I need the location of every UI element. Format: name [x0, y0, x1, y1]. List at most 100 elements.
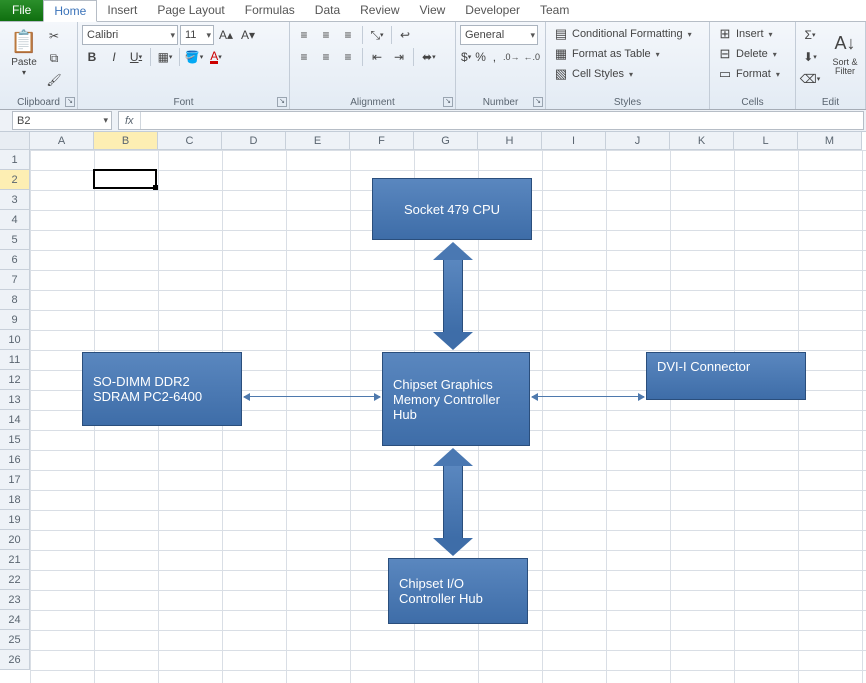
decrease-font-button[interactable]: A▾ — [238, 25, 258, 45]
col-header[interactable]: G — [414, 132, 478, 150]
row-header[interactable]: 22 — [0, 570, 30, 590]
bold-button[interactable]: B — [82, 47, 102, 67]
autosum-button[interactable]: Σ▾ — [800, 25, 820, 45]
align-center-button[interactable]: ≡ — [316, 47, 336, 67]
font-name-combo[interactable]: Calibri — [82, 25, 178, 45]
row-header[interactable]: 23 — [0, 590, 30, 610]
fill-button[interactable]: ⬇▾ — [800, 47, 820, 67]
align-middle-button[interactable]: ≡ — [316, 25, 336, 45]
col-header[interactable]: K — [670, 132, 734, 150]
align-left-button[interactable]: ≡ — [294, 47, 314, 67]
tab-formulas[interactable]: Formulas — [235, 0, 305, 21]
row-header[interactable]: 10 — [0, 330, 30, 350]
number-format-combo[interactable]: General — [460, 25, 538, 45]
row-header[interactable]: 9 — [0, 310, 30, 330]
number-dialog-launcher[interactable]: ↘ — [533, 97, 543, 107]
row-header[interactable]: 2 — [0, 170, 30, 190]
format-cells-button[interactable]: ▭Format — [714, 64, 791, 84]
col-header[interactable]: H — [478, 132, 542, 150]
delete-cells-button[interactable]: ⊟Delete — [714, 44, 791, 64]
col-header[interactable]: C — [158, 132, 222, 150]
row-header[interactable]: 16 — [0, 450, 30, 470]
select-all-corner[interactable] — [0, 132, 30, 150]
tab-insert[interactable]: Insert — [97, 0, 147, 21]
sort-filter-button[interactable]: A↓ Sort & Filter — [827, 24, 863, 80]
merge-center-button[interactable]: ⬌▾ — [418, 47, 440, 67]
decrease-indent-button[interactable]: ⇤ — [367, 47, 387, 67]
active-cell[interactable] — [93, 169, 157, 189]
shape-gmch[interactable]: Chipset Graphics Memory Controller Hub — [382, 352, 530, 446]
col-header[interactable]: I — [542, 132, 606, 150]
tab-view[interactable]: View — [410, 0, 456, 21]
row-header[interactable]: 13 — [0, 390, 30, 410]
align-bottom-button[interactable]: ≡ — [338, 25, 358, 45]
align-top-button[interactable]: ≡ — [294, 25, 314, 45]
cell-area[interactable]: Socket 479 CPU SO-DIMM DDR2 SDRAM PC2-64… — [30, 150, 866, 683]
row-header[interactable]: 12 — [0, 370, 30, 390]
row-header[interactable]: 5 — [0, 230, 30, 250]
col-header[interactable]: F — [350, 132, 414, 150]
tab-developer[interactable]: Developer — [455, 0, 530, 21]
cell-styles-button[interactable]: ▧Cell Styles — [550, 64, 705, 84]
arrow-cpu-gmch[interactable] — [433, 242, 473, 350]
row-header[interactable]: 6 — [0, 250, 30, 270]
col-header[interactable]: B — [94, 132, 158, 150]
row-header[interactable]: 21 — [0, 550, 30, 570]
font-size-combo[interactable]: 11 — [180, 25, 214, 45]
wrap-text-button[interactable]: ↩ — [396, 25, 414, 45]
row-header[interactable]: 1 — [0, 150, 30, 170]
row-header[interactable]: 18 — [0, 490, 30, 510]
format-painter-button[interactable]: 🖌 — [44, 70, 64, 90]
conditional-formatting-button[interactable]: ▤Conditional Formatting — [550, 24, 705, 44]
row-header[interactable]: 4 — [0, 210, 30, 230]
clipboard-dialog-launcher[interactable]: ↘ — [65, 97, 75, 107]
row-header[interactable]: 26 — [0, 650, 30, 670]
shape-cpu[interactable]: Socket 479 CPU — [372, 178, 532, 240]
increase-font-button[interactable]: A▴ — [216, 25, 236, 45]
increase-indent-button[interactable]: ⇥ — [389, 47, 409, 67]
italic-button[interactable]: I — [104, 47, 124, 67]
decrease-decimal-button[interactable]: ←.0 — [522, 47, 541, 67]
formula-input[interactable] — [141, 112, 863, 129]
row-header[interactable]: 7 — [0, 270, 30, 290]
align-right-button[interactable]: ≡ — [338, 47, 358, 67]
tab-data[interactable]: Data — [305, 0, 350, 21]
connector-sodimm-gmch[interactable] — [244, 396, 380, 397]
row-header[interactable]: 19 — [0, 510, 30, 530]
row-header[interactable]: 17 — [0, 470, 30, 490]
tab-review[interactable]: Review — [350, 0, 409, 21]
col-header[interactable]: E — [286, 132, 350, 150]
row-header[interactable]: 24 — [0, 610, 30, 630]
border-button[interactable]: ▦▾ — [155, 47, 175, 67]
clear-button[interactable]: ⌫▾ — [800, 69, 820, 89]
increase-decimal-button[interactable]: .0→ — [502, 47, 521, 67]
paste-button[interactable]: 📋 Paste ▾ — [4, 24, 44, 80]
connector-gmch-dvi[interactable] — [532, 396, 644, 397]
row-header[interactable]: 14 — [0, 410, 30, 430]
comma-button[interactable]: , — [489, 47, 500, 67]
col-header[interactable]: M — [798, 132, 862, 150]
fx-icon[interactable]: fx — [119, 112, 141, 129]
orientation-button[interactable]: ⤡▾ — [367, 25, 387, 45]
copy-button[interactable]: ⧉ — [44, 48, 64, 68]
row-header[interactable]: 8 — [0, 290, 30, 310]
row-header[interactable]: 25 — [0, 630, 30, 650]
fill-color-button[interactable]: 🪣▾ — [184, 47, 204, 67]
shape-sodimm[interactable]: SO-DIMM DDR2 SDRAM PC2-6400 — [82, 352, 242, 426]
row-header[interactable]: 3 — [0, 190, 30, 210]
row-header[interactable]: 11 — [0, 350, 30, 370]
col-header[interactable]: D — [222, 132, 286, 150]
col-header[interactable]: J — [606, 132, 670, 150]
percent-button[interactable]: % — [474, 47, 487, 67]
fill-handle[interactable] — [153, 185, 158, 190]
row-header[interactable]: 15 — [0, 430, 30, 450]
insert-cells-button[interactable]: ⊞Insert — [714, 24, 791, 44]
tab-page-layout[interactable]: Page Layout — [147, 0, 234, 21]
tab-team[interactable]: Team — [530, 0, 579, 21]
arrow-gmch-ich[interactable] — [433, 448, 473, 556]
cut-button[interactable]: ✂ — [44, 26, 64, 46]
tab-home[interactable]: Home — [43, 0, 97, 22]
name-box[interactable]: B2 — [12, 111, 112, 130]
tab-file[interactable]: File — [0, 0, 43, 21]
underline-button[interactable]: U▾ — [126, 47, 146, 67]
